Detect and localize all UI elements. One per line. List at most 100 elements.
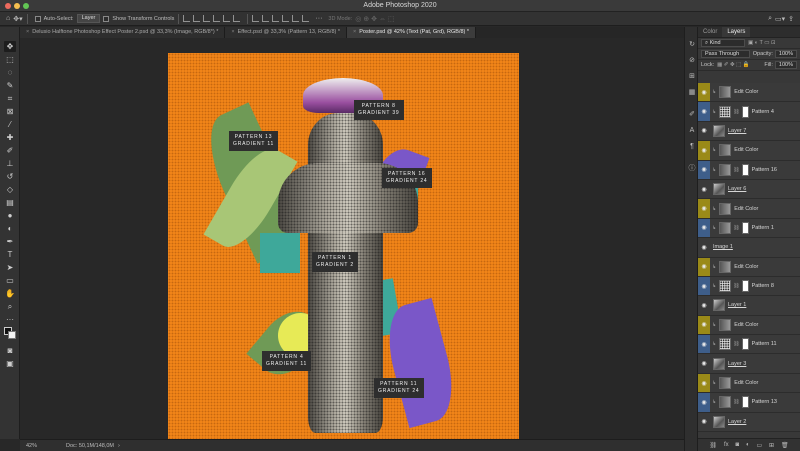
eye-icon[interactable]: ◉ [698, 83, 710, 102]
opacity-input[interactable]: 100% [774, 50, 797, 58]
more-options-icon[interactable]: ··· [315, 14, 322, 24]
eye-icon[interactable]: ◉ [698, 160, 710, 179]
trash-icon[interactable]: 🗑 [781, 442, 789, 449]
align-bottom-icon[interactable] [233, 15, 241, 22]
history-icon[interactable]: ↻ [688, 41, 696, 49]
layer-row[interactable]: ◉ ↳ ⛓ Pattern 8 [698, 276, 800, 297]
align-middle-icon[interactable] [223, 15, 231, 22]
layer-style-icon[interactable]: fx [724, 442, 729, 448]
chain-link-icon[interactable]: ⛓ [733, 109, 739, 115]
label-pattern-8[interactable]: PATTERN 8 GRADIENT 39 [354, 100, 404, 120]
more-tools-icon[interactable]: ··· [4, 314, 16, 325]
frame-tool-icon[interactable]: ⊠ [4, 106, 16, 117]
layer-thumbnail[interactable] [719, 163, 732, 176]
eye-icon[interactable]: ◉ [698, 296, 710, 314]
layer-thumbnail[interactable] [713, 357, 725, 370]
info-icon[interactable]: ⓘ [688, 165, 696, 173]
eye-icon[interactable]: ◉ [698, 354, 710, 372]
eye-icon[interactable]: ◉ [698, 393, 710, 412]
tab-delusio-halftone[interactable]: × Delusio Halftone Photoshop Effect Poste… [20, 27, 226, 38]
layer-thumbnail[interactable] [713, 124, 725, 137]
layer-row[interactable]: ◉ ↳ Edit Color [698, 141, 800, 161]
layer-mask-thumbnail[interactable] [741, 396, 749, 409]
eyedropper-tool-icon[interactable]: ⁄ [4, 119, 16, 130]
add-mask-icon[interactable]: ◙ [735, 442, 739, 448]
layer-thumbnail[interactable] [719, 86, 732, 99]
eraser-tool-icon[interactable]: ◇ [4, 184, 16, 195]
show-transform-controls-checkbox[interactable]: Show Transform Controls [103, 14, 174, 24]
close-tab-icon[interactable]: × [26, 29, 29, 35]
filter-icons[interactable]: ▣ ◐ T ▭ ⊡ [748, 40, 776, 46]
tab-layers[interactable]: Layers [722, 27, 751, 37]
layer-thumbnail[interactable] [719, 318, 732, 331]
adjustments-icon[interactable]: ⊘ [688, 57, 696, 65]
tab-poster[interactable]: × Poster.psd @ 42% (Text (Pat, Grd), RGB/… [347, 27, 477, 38]
hand-tool-icon[interactable]: ✋ [4, 288, 16, 299]
layer-row[interactable]: ◉ ↳ Edit Color [698, 257, 800, 277]
brush-settings-icon[interactable]: ✐ [688, 111, 696, 119]
align-left-icon[interactable] [183, 15, 191, 22]
layer-row[interactable]: ◉ ↳ ⛓ Pattern 1 [698, 218, 800, 239]
layer-row[interactable]: ◉ Layer 2 [698, 412, 800, 433]
screen-mode-icon[interactable]: ▣ [4, 358, 16, 369]
move-tool-preset-icon[interactable]: ✥▾ [13, 14, 22, 24]
background-color-swatch[interactable] [8, 331, 16, 339]
zoom-level[interactable]: 42% [26, 443, 66, 449]
chain-link-icon[interactable]: ⛓ [733, 399, 739, 405]
chain-link-icon[interactable]: ⛓ [733, 167, 739, 173]
layer-thumbnail[interactable] [713, 415, 725, 428]
pen-tool-icon[interactable]: ✒ [4, 236, 16, 247]
new-group-icon[interactable]: ▭ [756, 442, 762, 449]
search-icon[interactable]: ⌕ [768, 14, 772, 24]
fill-input[interactable]: 100% [774, 61, 797, 69]
layer-row[interactable]: ◉ Layer 3 [698, 354, 800, 374]
distribute-5-icon[interactable] [292, 15, 300, 22]
distribute-2-icon[interactable] [262, 15, 270, 22]
home-icon[interactable]: ⌂ [6, 14, 10, 24]
distribute-4-icon[interactable] [282, 15, 290, 22]
auto-select-target-dropdown[interactable]: Layer [76, 14, 101, 23]
layer-thumbnail[interactable] [713, 299, 725, 312]
kind-filter-dropdown[interactable]: ⌕ Kind [701, 39, 745, 47]
layer-row[interactable]: ◉ ↳ Edit Color [698, 199, 800, 219]
layer-row[interactable]: ◉ ↳ Edit Color [698, 83, 800, 103]
new-layer-icon[interactable]: ⊞ [769, 442, 774, 449]
adjustment-layer-icon[interactable]: ◐ [746, 442, 750, 448]
label-pattern-13[interactable]: PATTERN 13 GRADIENT 11 [229, 131, 279, 151]
layer-row[interactable]: ◉ Image 1 [698, 238, 800, 258]
dodge-tool-icon[interactable]: ◐ [4, 223, 16, 234]
paragraph-icon[interactable]: ¶ [688, 143, 696, 151]
layer-row[interactable]: ◉ Layer 6 [698, 179, 800, 200]
layer-thumbnail[interactable] [719, 338, 732, 351]
layer-row[interactable]: ◉ ↳ ⛓ Pattern 13 [698, 393, 800, 413]
align-center-icon[interactable] [193, 15, 201, 22]
workspace[interactable]: PATTERN 8 GRADIENT 39 PATTERN 13 GRADIENT … [20, 38, 684, 451]
eye-icon[interactable]: ◉ [698, 199, 710, 218]
layer-thumbnail[interactable] [719, 396, 732, 409]
layer-thumbnail[interactable] [719, 260, 732, 273]
layer-thumbnail[interactable] [719, 221, 732, 234]
document-canvas[interactable]: PATTERN 8 GRADIENT 39 PATTERN 13 GRADIENT … [168, 53, 519, 451]
eye-icon[interactable]: ◉ [698, 257, 710, 276]
layer-row[interactable]: ◉ Layer 7 [698, 121, 800, 142]
label-pattern-4[interactable]: PATTERN 4 GRADIENT 11 [262, 351, 312, 371]
eye-icon[interactable]: ◉ [698, 276, 710, 296]
layer-row[interactable]: ◉ ↳ Edit Color [698, 373, 800, 394]
workspace-icon[interactable]: ▭▾ [775, 14, 785, 24]
layer-mask-thumbnail[interactable] [741, 338, 749, 351]
layer-row[interactable]: ◉ ↳ Edit Color [698, 315, 800, 336]
type-tool-icon[interactable]: T [4, 249, 16, 260]
chain-link-icon[interactable]: ⛓ [733, 225, 739, 231]
share-icon[interactable]: ⇪ [788, 14, 794, 24]
layer-thumbnail[interactable] [719, 377, 732, 390]
eye-icon[interactable]: ◉ [698, 373, 710, 393]
align-right-icon[interactable] [203, 15, 211, 22]
eye-icon[interactable]: ◉ [698, 315, 710, 335]
chain-link-icon[interactable]: ⛓ [733, 283, 739, 289]
move-tool-icon[interactable]: ✥ [4, 41, 16, 52]
chain-link-icon[interactable]: ⛓ [733, 341, 739, 347]
layer-mask-thumbnail[interactable] [741, 280, 749, 293]
brush-tool-icon[interactable]: ✐ [4, 145, 16, 156]
eye-icon[interactable]: ◉ [698, 335, 710, 354]
eye-icon[interactable]: ◉ [698, 238, 710, 256]
